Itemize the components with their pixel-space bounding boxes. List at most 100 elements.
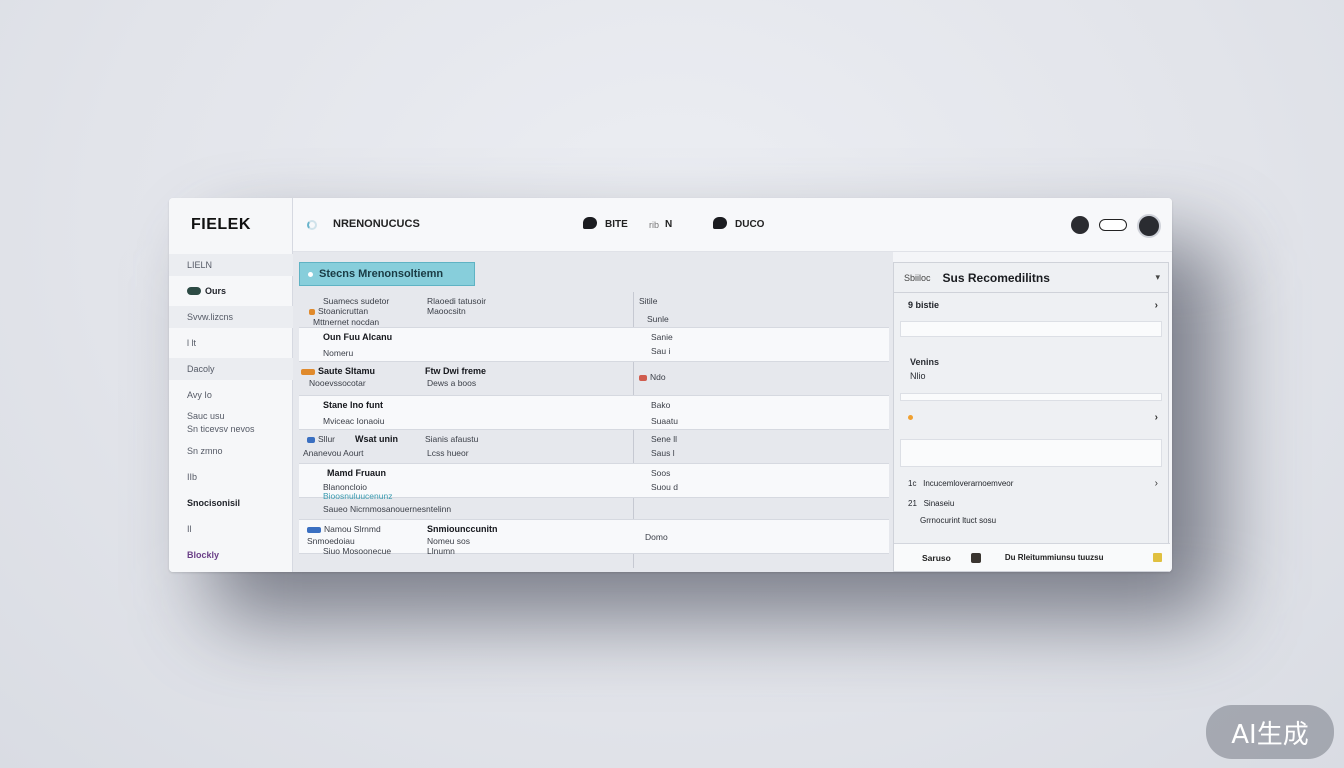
sidebar-item-9[interactable]: Sn zmno	[169, 440, 293, 462]
user-avatar[interactable]	[1137, 214, 1161, 238]
sidebar-item-blockly[interactable]: Blockly	[169, 544, 293, 566]
row-cell-c: Soos	[651, 468, 671, 478]
table-row[interactable]: Saueo Nicrnmosanouernesntelinn	[299, 498, 889, 520]
row-cell-c: Sitile	[639, 296, 658, 306]
app-window: FIELEK LIELN Ours Svvw.lizcns l lt Dacol…	[169, 198, 1172, 572]
panel-item-number: 9	[908, 300, 914, 310]
list-header[interactable]: Stecns Mrenonsoltiemn	[299, 262, 475, 286]
list-header-label: Stecns Mrenonsoltiemn	[319, 268, 444, 280]
table-row[interactable]: Saute Sltamu Nooevssocotar Ftw Dwi freme…	[299, 362, 889, 396]
panel-input-box[interactable]	[900, 321, 1162, 337]
panel-item[interactable]: Grrnocurint ltuct sosu	[894, 511, 1168, 529]
row-cell-a: Oun Fuu Alcanu	[323, 332, 393, 342]
list-rows: Suamecs sudetor Stoanicruttan Mttnernet …	[299, 294, 889, 556]
row-cell-b: Snmiounccunitn	[427, 524, 498, 534]
panel-item-number: 21	[908, 498, 917, 508]
table-row[interactable]: Namou Slrnmd Snmoedoiau Siuo Mosoonecue …	[299, 520, 889, 556]
row-cell-b2: Maoocsitn	[427, 306, 466, 316]
row-cell-c: Sene ll	[651, 434, 677, 444]
sidebar-item-8[interactable]: Sn ticevsv nevos	[169, 422, 293, 436]
tag-icon	[307, 436, 315, 443]
sidebar-item-label: Sauc usu	[187, 411, 225, 421]
sidebar-item-11[interactable]: Snocisonisil	[169, 492, 293, 514]
row-cell-a2: Nooevssocotar	[309, 378, 366, 388]
sidebar-item-3[interactable]: Svvw.lizcns	[169, 306, 293, 328]
top-nav-extra[interactable]: N	[665, 219, 672, 230]
sidebar-item-label: l lt	[187, 338, 196, 348]
row-cell-a2: Snmoedoiau	[307, 536, 355, 546]
row-cell-a: Saueo Nicrnmosanouernesntelinn	[323, 504, 452, 514]
panel-tab[interactable]: Sbiiloc	[904, 273, 931, 283]
warning-dot-icon	[908, 414, 913, 420]
ai-watermark: AI生成	[1206, 705, 1334, 759]
panel-item[interactable]: 9 bistie ›	[894, 293, 1168, 317]
chat-icon[interactable]	[583, 217, 597, 229]
theme-icon[interactable]	[1071, 216, 1089, 234]
sidebar-item-label: LIELN	[187, 260, 213, 270]
row-cell-c: Domo	[645, 532, 668, 542]
sidebar-item-ours[interactable]: Ours	[169, 280, 293, 302]
table-row[interactable]: Suamecs sudetor Stoanicruttan Mttnernet …	[299, 294, 889, 328]
row-cell-a: Stane lno funt	[323, 400, 383, 410]
row-cell-c2: Llnumn	[427, 546, 455, 556]
row-cell-c2: Saus l	[651, 448, 675, 458]
sidebar-item-label: Ours	[205, 286, 227, 296]
row-cell-c2: Suaatu	[651, 416, 678, 426]
table-row[interactable]: Sllur Wsat unin Ananevou Aourt Sianis af…	[299, 430, 889, 464]
loading-icon	[307, 220, 317, 230]
sidebar-item-section[interactable]: LIELN	[169, 254, 293, 276]
tag-icon	[639, 374, 647, 381]
panel-title: Sus Recomedilitns	[942, 270, 1050, 285]
page-title: NRENONUCUCS	[333, 218, 420, 230]
chevron-right-icon: ›	[1154, 411, 1158, 423]
footer-label: Saruso	[922, 552, 951, 563]
row-cell-b2: Lcss hueor	[427, 448, 469, 458]
message-icon[interactable]	[713, 217, 727, 229]
panel-item-label: Grrnocurint ltuct sosu	[920, 515, 997, 525]
table-row[interactable]: Oun Fuu Alcanu Nomeru Sanie Sau i	[299, 328, 889, 362]
tag-icon	[307, 526, 321, 533]
sidebar-item-12[interactable]: Il	[169, 518, 293, 540]
sidebar-item-label: Snocisonisil	[187, 498, 241, 508]
panel-item[interactable]: 21 Sinaseiu	[894, 495, 1168, 511]
panel-item-label: Incucemloverarnoemveor	[923, 478, 1014, 488]
footer-text: Du Rleitummiunsu tuuzsu	[1004, 553, 1104, 562]
top-nav-duco[interactable]: DUCO	[735, 219, 764, 230]
sidebar-item-label: Svvw.lizcns	[187, 312, 234, 322]
row-cell-a2: Mviceac Ionaoiu	[323, 416, 385, 426]
panel-empty-box	[900, 439, 1162, 467]
sidebar-item-10[interactable]: IIb	[169, 466, 293, 488]
sidebar-item-4[interactable]: l lt	[169, 332, 293, 354]
tag-icon	[309, 308, 315, 315]
table-row[interactable]: Mamd Fruaun Blanoncloio Bioosnuluucenunz…	[299, 464, 889, 501]
row-cell-b: Rlaoedi tatusoir	[427, 296, 487, 306]
dropdown-icon[interactable]: ▾	[1155, 272, 1160, 283]
top-nav-sub: rib	[649, 220, 660, 230]
status-dot-icon	[308, 271, 313, 277]
eye-icon	[187, 287, 201, 295]
panel-text-venins: Venins	[910, 357, 940, 367]
mode-toggle[interactable]	[1099, 219, 1127, 231]
panel-divider-box	[900, 393, 1162, 401]
row-cell-c2: Sau i	[651, 346, 671, 356]
top-nav-bite[interactable]: BITE	[605, 219, 628, 230]
note-icon[interactable]	[1153, 553, 1162, 562]
sidebar-item-label: Sn ticevsv nevos	[187, 424, 255, 434]
sidebar-item-7[interactable]: Sauc usu	[169, 410, 293, 422]
sidebar-item-label: Dacoly	[187, 364, 215, 374]
row-cell-c: Ndo	[639, 372, 666, 382]
main-list: Stecns Mrenonsoltiemn Suamecs sudetor St…	[293, 252, 893, 572]
panel-item-label: bistie	[915, 300, 940, 310]
panel-item[interactable]: 1c Incucemloverarnoemveor ›	[894, 471, 1168, 495]
panel-header: Sbiiloc Sus Recomedilitns ▾	[894, 263, 1168, 293]
sidebar-item-dacoly[interactable]: Dacoly	[169, 358, 293, 380]
panel-item-warning[interactable]: ›	[894, 405, 1168, 429]
row-cell-a3: Mttnernet nocdan	[313, 317, 380, 327]
row-cell-a2: Wsat unin	[355, 434, 398, 444]
row-cell-b2: Nomeu sos	[427, 536, 470, 546]
sidebar-item-6[interactable]: Avy Io	[169, 384, 293, 406]
document-icon[interactable]	[970, 552, 981, 563]
chevron-right-icon: ›	[1154, 299, 1158, 311]
table-row[interactable]: Stane lno funt Mviceac Ionaoiu Bako Suaa…	[299, 396, 889, 430]
row-cell-a2: Stoanicruttan	[309, 306, 368, 316]
